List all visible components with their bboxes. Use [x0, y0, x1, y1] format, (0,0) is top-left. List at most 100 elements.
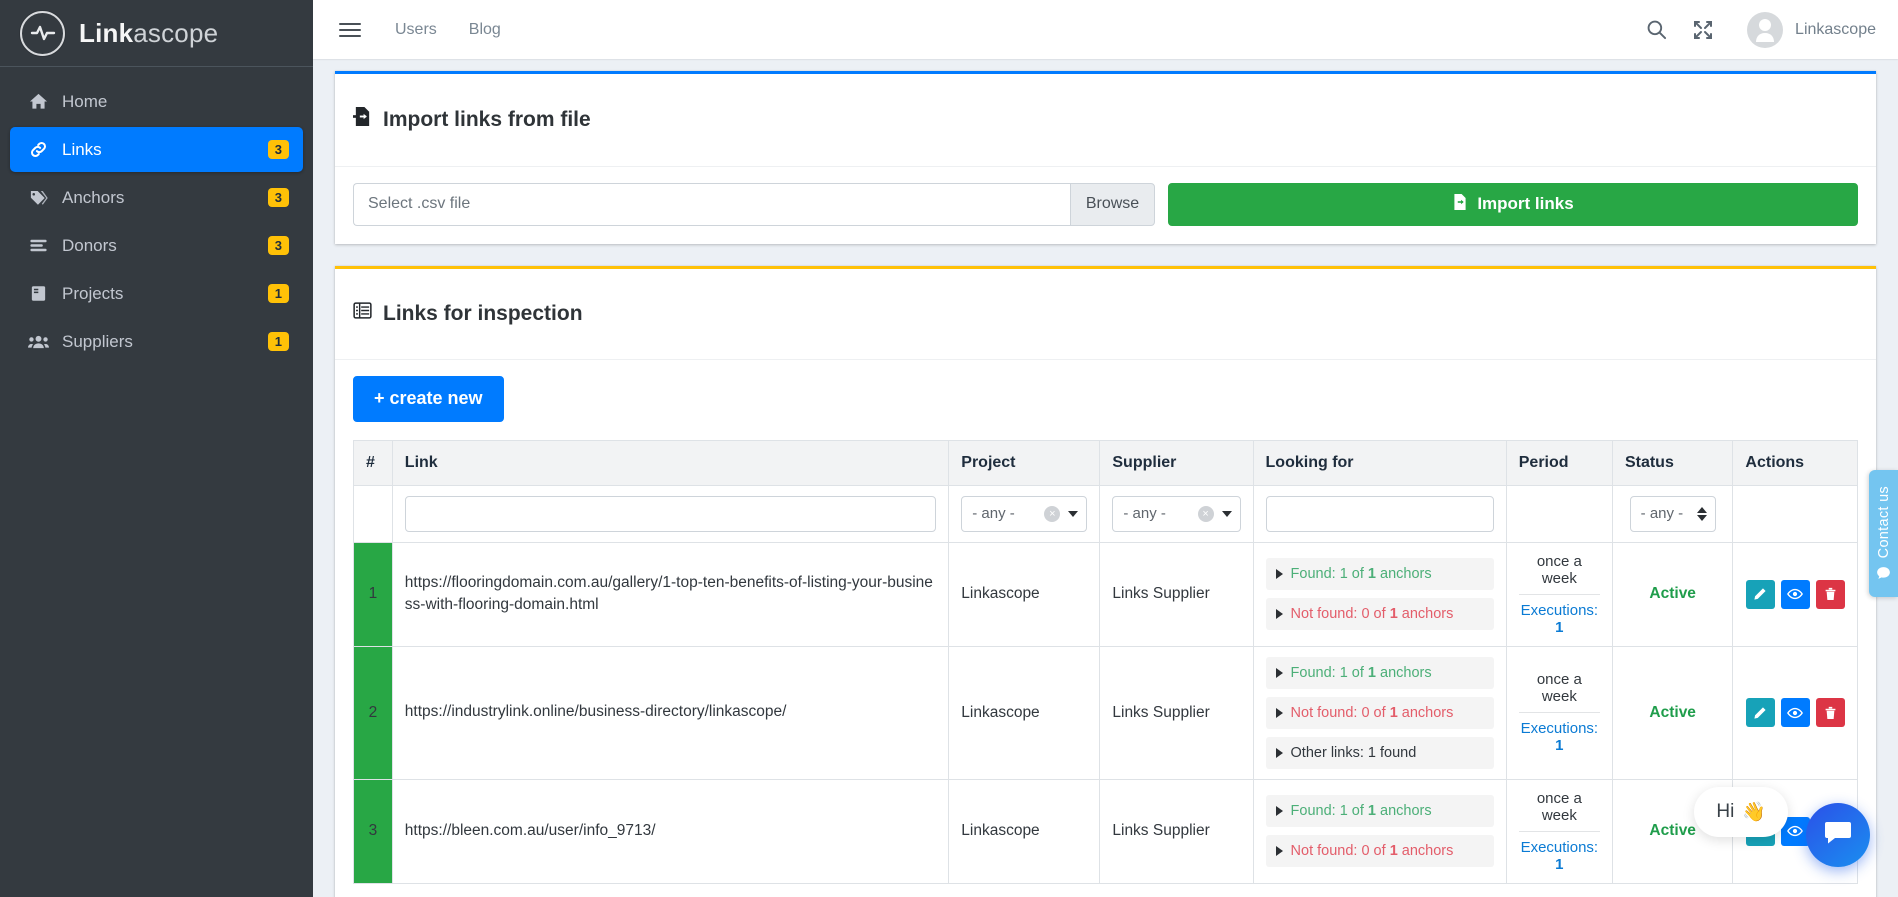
filter-actions-cell [1732, 484, 1858, 543]
accordion-found-text: Found: 1 of 1 anchors [1290, 664, 1432, 681]
links-card-header: Links for inspection [335, 269, 1876, 360]
view-icon[interactable] [1780, 698, 1810, 728]
row-link[interactable]: https://flooringdomain.com.au/gallery/1-… [405, 572, 936, 617]
sidebar-badge-projects: 1 [267, 283, 289, 304]
row-project: Linkascope [948, 541, 1101, 647]
chat-greeting-text: Hi [1716, 801, 1735, 822]
accordion-found[interactable]: Found: 1 of 1 anchors [1265, 558, 1494, 591]
row-period-text: once a week [1536, 671, 1582, 706]
row-project: Linkascope [948, 778, 1101, 884]
tag-icon [24, 188, 52, 207]
sidebar-label-links: Links [62, 139, 102, 159]
edit-icon[interactable] [1745, 579, 1775, 609]
table-row: 1 https://flooringdomain.com.au/gallery/… [353, 541, 1858, 647]
sidebar-label-home: Home [62, 91, 108, 111]
import-card-body: Select .csv file Browse Import links [335, 167, 1876, 244]
sidebar-label-projects: Projects [62, 283, 124, 303]
sidebar-badge-donors: 3 [267, 235, 289, 256]
status-badge: Active [1649, 822, 1696, 840]
sidebar-item-suppliers[interactable]: Suppliers 1 [10, 319, 303, 364]
row-link-cell: https://industrylink.online/business-dir… [391, 645, 950, 780]
accordion-not-found[interactable]: Not found: 0 of 1 anchors [1265, 598, 1494, 631]
brand-light: ascope [133, 17, 219, 48]
user-avatar-icon [1747, 11, 1784, 48]
triangle-right-icon [1275, 747, 1283, 758]
row-looking-for: Found: 1 of 1 anchors Not found: 0 of 1 … [1252, 645, 1507, 780]
clear-icon[interactable]: × [1044, 505, 1061, 522]
sidebar-item-links[interactable]: Links 3 [10, 127, 303, 172]
project-filter-value: - any - [972, 505, 1015, 523]
links-card-title-text: Links for inspection [383, 301, 583, 325]
link-filter-input[interactable] [404, 495, 937, 532]
sidebar-item-projects[interactable]: Projects 1 [10, 271, 303, 316]
row-status-cell: Active [1611, 541, 1734, 647]
row-period-cell: once a week Executions: 1 [1505, 541, 1613, 647]
filter-index-cell [353, 484, 393, 543]
csv-file-input[interactable]: Select .csv file [353, 182, 1070, 226]
clear-icon[interactable]: × [1197, 505, 1214, 522]
sidebar-item-home[interactable]: Home [10, 79, 303, 124]
users-icon [24, 332, 52, 351]
view-icon[interactable] [1780, 579, 1810, 609]
topnav-blog[interactable]: Blog [469, 21, 501, 39]
delete-icon[interactable] [1815, 579, 1845, 609]
accordion-found[interactable]: Found: 1 of 1 anchors [1265, 656, 1494, 689]
spinner-arrows-icon [1696, 506, 1707, 521]
logo-icon [20, 10, 65, 56]
triangle-right-icon [1275, 707, 1283, 718]
create-new-button[interactable]: + create new [353, 375, 504, 422]
import-card-header: Import links from file [335, 74, 1876, 167]
row-actions-cell [1732, 541, 1858, 647]
contact-us-label: Contact us [1875, 486, 1892, 559]
delete-icon[interactable] [1815, 698, 1845, 728]
row-period-cell: once a week Executions: 1 [1505, 778, 1613, 884]
sidebar-badge-links: 3 [267, 139, 289, 160]
bars-icon [24, 236, 52, 255]
sidebar-item-anchors[interactable]: Anchors 3 [10, 175, 303, 220]
topnav-users[interactable]: Users [395, 21, 437, 39]
chat-greeting-bubble[interactable]: Hi 👋 [1694, 787, 1788, 837]
row-index: 1 [353, 541, 393, 647]
looking-for-filter-input[interactable] [1265, 495, 1494, 532]
sidebar: Linkascope Home Links 3 Anchors 3 Donors… [0, 0, 313, 897]
triangle-right-icon [1275, 846, 1283, 857]
filter-project-cell: - any - × [948, 484, 1101, 543]
hamburger-icon[interactable] [339, 22, 361, 37]
table-row: 2 https://industrylink.online/business-d… [353, 645, 1858, 780]
row-executions[interactable]: Executions: 1 [1518, 830, 1600, 873]
row-link[interactable]: https://industrylink.online/business-dir… [405, 701, 936, 723]
accordion-other-links[interactable]: Other links: 1 found [1265, 736, 1494, 769]
row-executions[interactable]: Executions: 1 [1518, 593, 1600, 636]
sidebar-item-donors[interactable]: Donors 3 [10, 223, 303, 268]
filter-looking-for-cell [1252, 484, 1507, 543]
row-period-text: once a week [1536, 789, 1582, 824]
row-link[interactable]: https://bleen.com.au/user/info_9713/ [405, 820, 936, 842]
browse-button[interactable]: Browse [1070, 182, 1155, 226]
accordion-not-found[interactable]: Not found: 0 of 1 anchors [1265, 835, 1494, 868]
row-executions[interactable]: Executions: 1 [1518, 712, 1600, 754]
th-looking-for: Looking for [1252, 439, 1507, 486]
project-filter-select[interactable]: - any - × [961, 495, 1088, 532]
chat-launcher-button[interactable] [1806, 803, 1870, 867]
th-supplier: Supplier [1099, 439, 1254, 486]
contact-us-tab[interactable]: Contact us [1869, 470, 1898, 598]
chat-bubble-icon [1823, 819, 1853, 852]
filter-supplier-cell: - any - × [1099, 484, 1254, 543]
brand-bold: Link [79, 17, 134, 48]
supplier-filter-select[interactable]: - any - × [1112, 495, 1241, 532]
row-period-cell: once a week Executions: 1 [1505, 645, 1613, 780]
status-filter-select[interactable]: - any - [1629, 495, 1716, 532]
chevron-down-icon [1068, 510, 1079, 517]
import-links-button[interactable]: Import links [1168, 182, 1858, 226]
th-actions: Actions [1732, 439, 1858, 486]
expand-arrows-icon[interactable] [1693, 20, 1713, 40]
table-list-icon [353, 301, 372, 326]
th-index: # [353, 439, 393, 486]
links-table: # Link Project Supplier Looking for Peri… [353, 439, 1858, 884]
edit-icon[interactable] [1745, 698, 1775, 728]
accordion-not-found[interactable]: Not found: 0 of 1 anchors [1265, 696, 1494, 729]
accordion-found[interactable]: Found: 1 of 1 anchors [1265, 795, 1494, 828]
search-icon[interactable] [1646, 19, 1667, 40]
user-menu[interactable]: Linkascope [1747, 11, 1876, 48]
brand-header[interactable]: Linkascope [0, 0, 313, 67]
